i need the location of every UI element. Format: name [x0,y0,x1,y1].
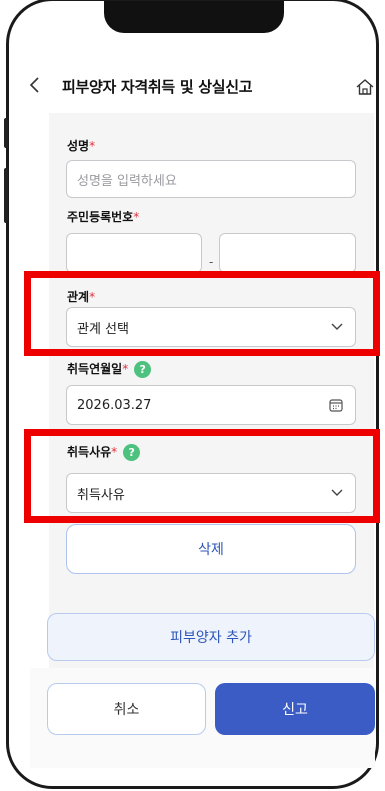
cancel-button[interactable]: 취소 [47,683,206,735]
required-mark: * [89,139,96,153]
phone-notch [104,1,284,33]
chevron-left-icon[interactable] [28,76,42,94]
calendar-icon[interactable] [329,398,343,412]
acquire-date-value: 2026.03.27 [77,397,152,413]
name-input[interactable]: 성명을 입력하세요 [66,160,356,198]
resident-number-back-input[interactable] [219,233,356,273]
name-placeholder: 성명을 입력하세요 [77,173,177,189]
highlight-box-acquire-reason [24,429,380,523]
phone-side-button [4,118,8,148]
phone-side-button [4,168,8,223]
acquire-date-label: 취득연월일*? [67,360,152,378]
acquire-date-input[interactable]: 2026.03.27 [66,385,356,425]
page-title: 피부양자 자격취득 및 상실신고 [62,78,253,96]
submit-button[interactable]: 신고 [215,683,375,735]
required-mark: * [133,210,140,224]
resident-number-separator: - [209,255,214,269]
resident-number-front-input[interactable] [66,233,202,273]
highlight-box-relation [24,271,380,356]
resident-number-label: 주민등록번호* [67,210,140,224]
required-mark: * [122,362,129,376]
name-label: 성명* [67,139,96,153]
home-icon[interactable] [355,77,375,97]
help-icon[interactable]: ? [134,361,152,378]
delete-button[interactable]: 삭제 [66,524,356,574]
add-dependent-button[interactable]: 피부양자 추가 [47,613,375,661]
